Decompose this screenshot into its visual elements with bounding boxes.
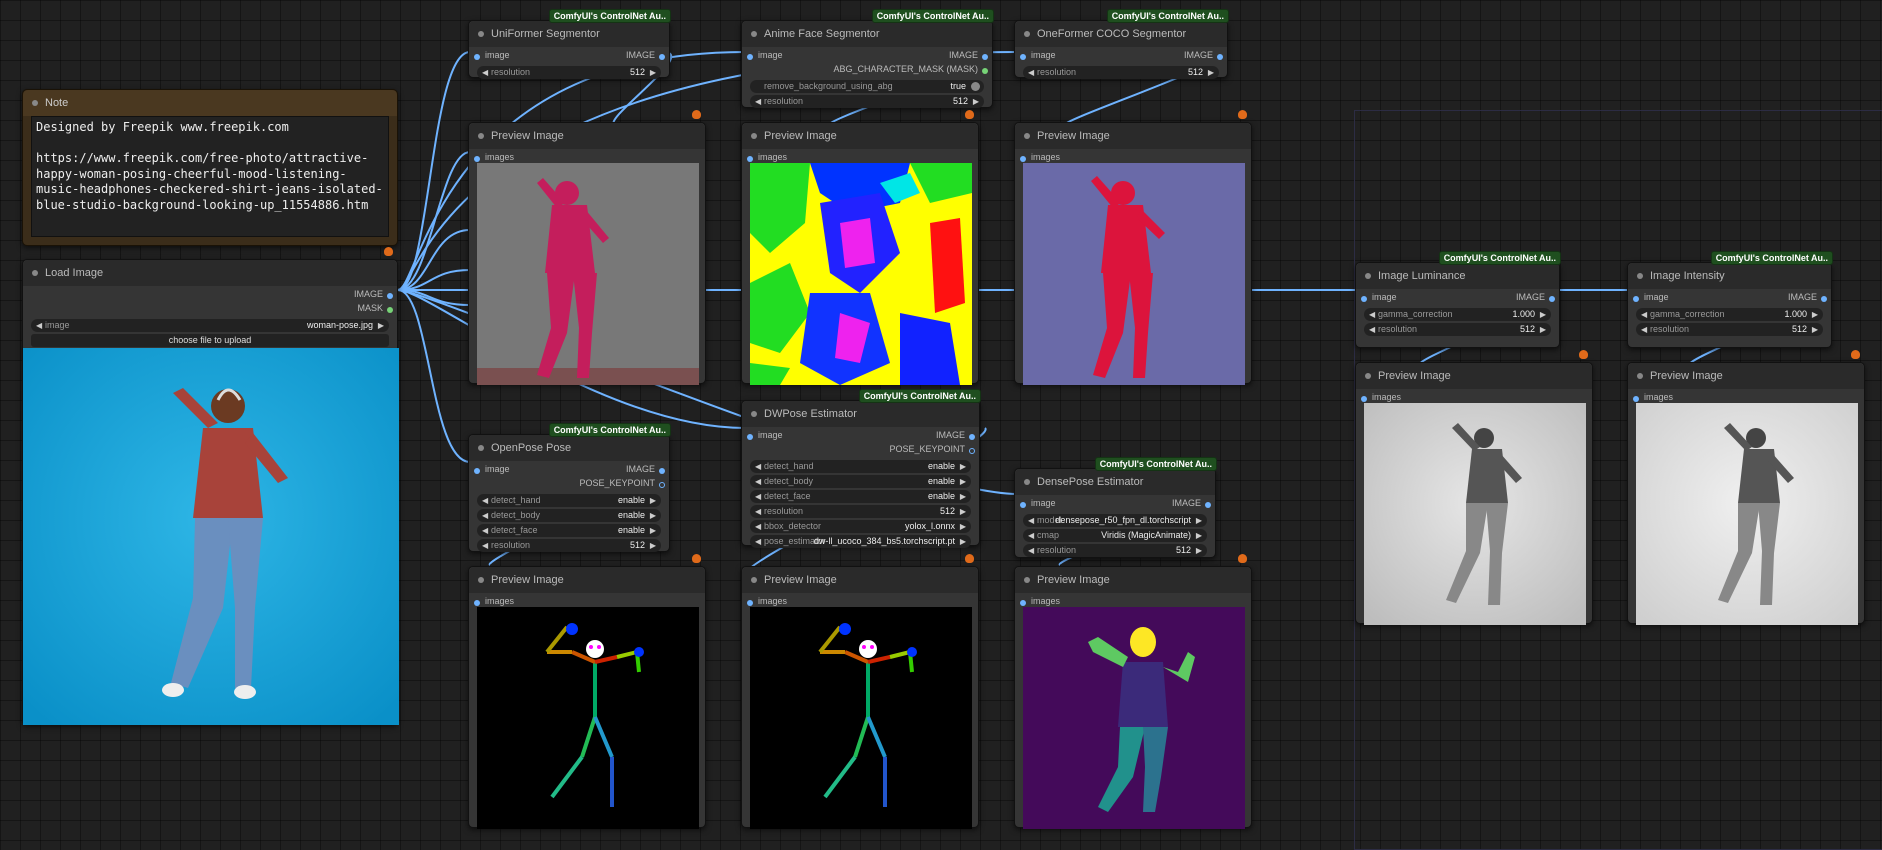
fox-icon xyxy=(1851,350,1860,359)
uniformer-segmentor-node[interactable]: ComfyUI's ControlNet Au.. UniFormer Segm… xyxy=(468,9,671,79)
oneformer-title: OneFormer COCO Segmentor xyxy=(1015,21,1227,47)
preview-image-node-luminance[interactable]: Preview Image images xyxy=(1355,350,1593,625)
openpose-pose-node[interactable]: ComfyUI's ControlNet Au.. OpenPose Pose … xyxy=(468,423,671,552)
output-image-label: IMAGE xyxy=(353,289,383,299)
output-image-dot[interactable] xyxy=(387,293,393,299)
densepose-output-image xyxy=(1023,607,1245,829)
anime-output-image xyxy=(750,163,972,385)
fox-icon xyxy=(1238,110,1247,119)
anime-face-segmentor-node[interactable]: ComfyUI's ControlNet Au.. Anime Face Seg… xyxy=(741,9,994,108)
openpose-output-image xyxy=(477,607,699,829)
controlnet-badge: ComfyUI's ControlNet Au.. xyxy=(858,389,981,403)
intensity-output-image xyxy=(1636,403,1858,625)
arrow-left-icon[interactable]: ◀ xyxy=(36,319,42,332)
image-selector[interactable]: ◀ image woman-pose.jpg ▶ xyxy=(31,319,389,332)
output-mask-dot[interactable] xyxy=(387,307,393,313)
oneformer-coco-segmentor-node[interactable]: ComfyUI's ControlNet Au.. OneFormer COCO… xyxy=(1014,9,1229,79)
luminance-output-image xyxy=(1364,403,1586,625)
preview-image-node-intensity[interactable]: Preview Image images xyxy=(1627,350,1865,625)
oneformer-output-image xyxy=(1023,163,1245,385)
image-intensity-node[interactable]: ComfyUI's ControlNet Au.. Image Intensit… xyxy=(1627,251,1833,348)
controlnet-badge: ComfyUI's ControlNet Au.. xyxy=(1106,9,1229,23)
loaded-photo xyxy=(23,348,399,725)
uniformer-output-image xyxy=(477,163,699,385)
choose-file-button[interactable]: choose file to upload xyxy=(31,334,389,347)
controlnet-badge: ComfyUI's ControlNet Au.. xyxy=(1710,251,1833,265)
dwpose-estimator-node[interactable]: ComfyUI's ControlNet Au.. DWPose Estimat… xyxy=(741,389,981,548)
dwpose-output-image xyxy=(750,607,972,829)
uniformer-title: UniFormer Segmentor xyxy=(469,21,669,47)
densepose-estimator-node[interactable]: ComfyUI's ControlNet Au.. DensePose Esti… xyxy=(1014,457,1217,558)
preview-image-node-openpose[interactable]: Preview Image images xyxy=(468,554,706,829)
resolution-widget[interactable]: ◀ resolution 512 ▶ xyxy=(750,95,984,108)
load-image-title: Load Image xyxy=(23,260,397,286)
note-textarea[interactable]: Designed by Freepik www.freepik.com http… xyxy=(31,116,389,237)
output-mask-label: MASK xyxy=(357,303,383,313)
fox-icon xyxy=(1238,554,1247,563)
fox-icon xyxy=(384,247,393,256)
arrow-right-icon[interactable]: ▶ xyxy=(378,319,384,332)
preview-image-node-anime[interactable]: Preview Image images xyxy=(741,110,979,385)
note-node[interactable]: Note Designed by Freepik www.freepik.com… xyxy=(22,89,398,246)
resolution-widget[interactable]: ◀ resolution 512 ▶ xyxy=(477,66,661,79)
note-title: Note xyxy=(23,90,397,116)
fox-icon xyxy=(965,554,974,563)
resolution-widget[interactable]: ◀ resolution 512 ▶ xyxy=(1023,66,1219,79)
preview-image-node-densepose[interactable]: Preview Image images xyxy=(1014,554,1252,829)
fox-icon xyxy=(692,554,701,563)
controlnet-badge: ComfyUI's ControlNet Au.. xyxy=(871,9,994,23)
output-image-dot[interactable] xyxy=(659,54,665,60)
fox-icon xyxy=(965,110,974,119)
wire xyxy=(397,151,471,291)
controlnet-badge: ComfyUI's ControlNet Au.. xyxy=(1094,457,1217,471)
load-image-node[interactable]: Load Image IMAGE MASK ◀ image woman-pose… xyxy=(22,247,399,725)
image-luminance-node[interactable]: ComfyUI's ControlNet Au.. Image Luminanc… xyxy=(1355,251,1561,348)
fox-icon xyxy=(692,110,701,119)
wire xyxy=(397,289,471,463)
preview-image-node-dwpose[interactable]: Preview Image images xyxy=(741,554,979,829)
input-image-dot[interactable] xyxy=(474,54,480,60)
preview-image-node-oneformer[interactable]: Preview Image images xyxy=(1014,110,1252,385)
remove-background-toggle[interactable]: remove_background_using_abg true xyxy=(750,80,984,93)
anime-face-title: Anime Face Segmentor xyxy=(742,21,992,47)
controlnet-badge: ComfyUI's ControlNet Au.. xyxy=(548,423,671,437)
preview-image-node-uniformer[interactable]: Preview Image images xyxy=(468,110,706,385)
controlnet-badge: ComfyUI's ControlNet Au.. xyxy=(1438,251,1561,265)
controlnet-badge: ComfyUI's ControlNet Au.. xyxy=(548,9,671,23)
fox-icon xyxy=(1579,350,1588,359)
